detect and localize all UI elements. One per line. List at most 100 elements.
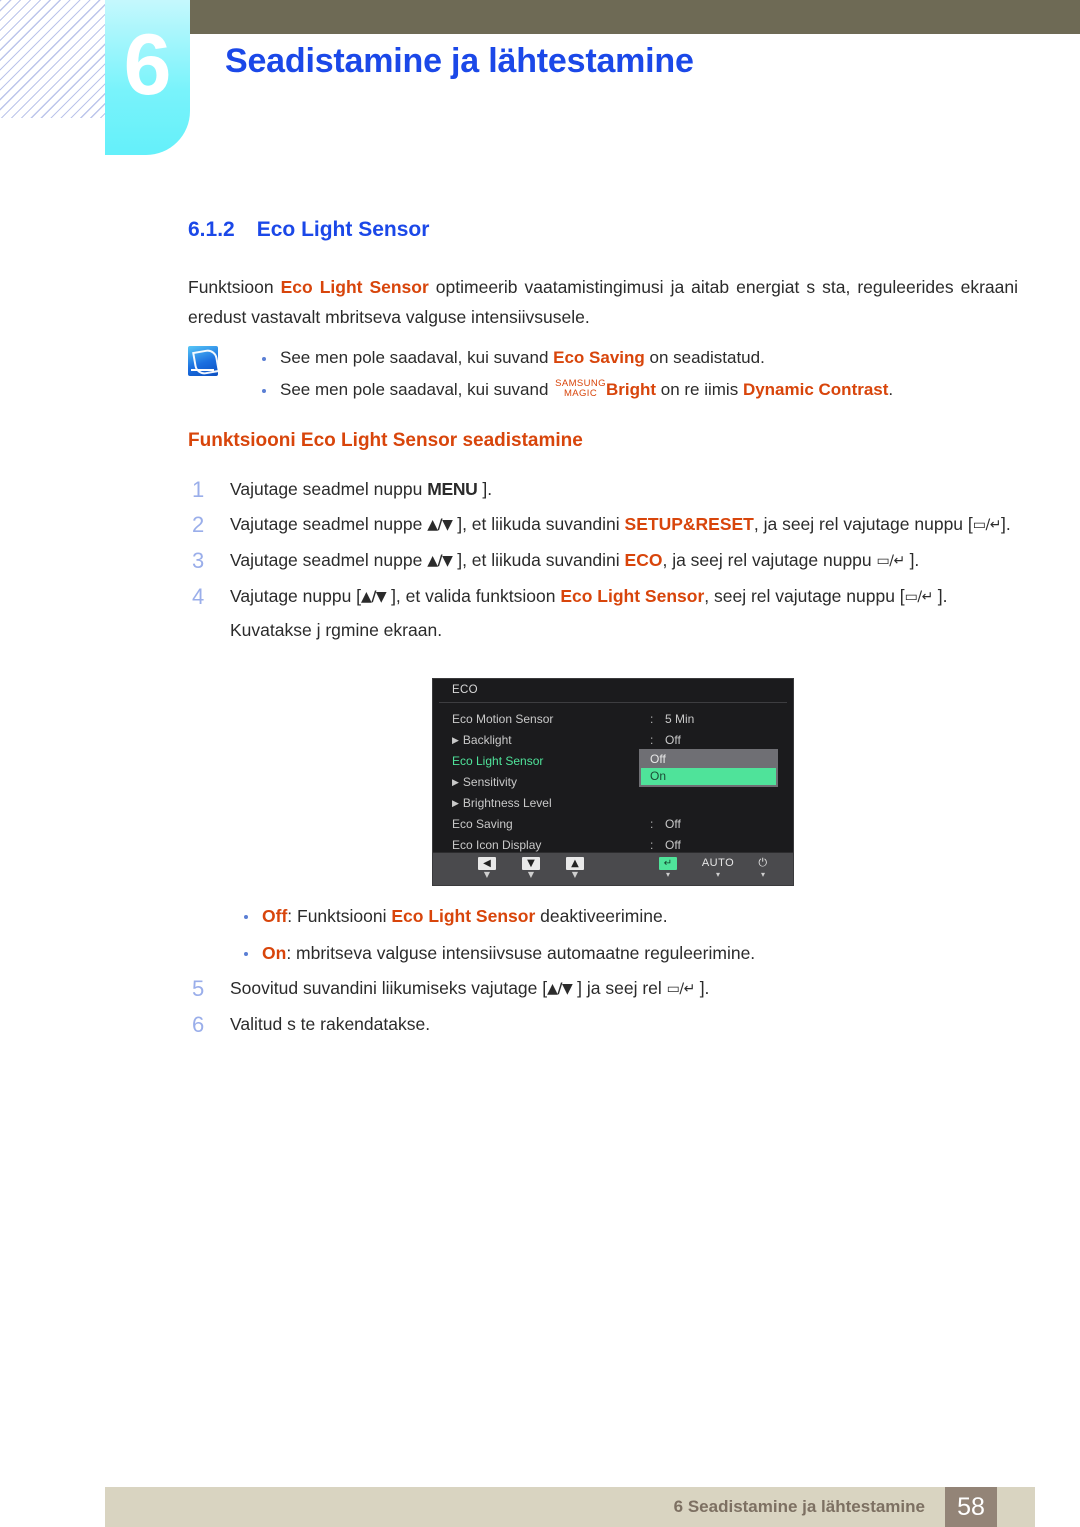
step-number: 2 [192,512,205,537]
step-key-updown: ▲/▼ [427,553,453,569]
osd-row-label: Backlight [452,730,512,752]
footer-page-number: 58 [945,1487,997,1527]
step-text-a: Vajutage seadmel nuppe [230,514,428,534]
left-arrow-icon: ◀ [478,857,496,870]
note-text-1: See men pole saadaval, kui suvand [280,348,554,367]
osd-row-eco-motion-sensor[interactable]: Eco Motion Sensor : 5 Min [452,709,783,730]
osd-button-down[interactable]: ▼ ▼ [511,856,551,880]
osd-button-up[interactable]: ▲ ▼ [555,856,595,880]
step-key-updown: ▲/▼ [427,517,453,533]
step-term-setup-reset: SETUP&RESET [624,514,754,534]
note-item: See men pole saadaval, kui suvand Eco Sa… [188,342,1018,374]
osd-row-eco-saving[interactable]: Eco Saving : Off [452,814,783,835]
osd-button-sub-marker: ▼ [571,870,579,879]
note-block: See men pole saadaval, kui suvand Eco Sa… [188,342,1018,406]
step-item: 3 Vajutage seadmel nuppe ▲/▼ ], et liikud… [188,544,1018,578]
step-text-a: Valitud s te rakendatakse. [230,1014,431,1034]
step-text-b: ], et valida funktsioon [386,586,561,606]
step-item: 2 Vajutage seadmel nuppe ▲/▼ ], et liikud… [188,508,1018,542]
note-text-5: . [888,380,894,399]
step-term-eco: ECO [624,550,663,570]
osd-toolbar: ◀ ▼ ▼ ▼ ▲ ▼ ↵ ▾ AUTO ▾ ⏻ ▾ [433,852,793,885]
osd-option-descriptions: Off: Funktsiooni Eco Light Sensor deakti… [188,898,1018,972]
osd-row-label: Brightness Level [452,793,552,815]
option-desc-text-3: : mbritseva valguse intensiivsuse automa… [286,943,756,963]
auto-label: AUTO [701,857,735,869]
intro-term-eco-light-sensor: Eco Light Sensor [280,277,429,297]
chapter-title: Seadistamine ja lähtestamine [225,42,694,80]
step-text-c: , ja seej rel vajutage nuppu [ [753,514,973,534]
option-term-eco-light-sensor: Eco Light Sensor [391,906,536,926]
note-term-eco-saving: Eco Saving [553,348,645,367]
intro-text-1: Funktsioon [188,277,281,297]
intro-paragraph: Funktsioon Eco Light Sensor optimeerib v… [188,272,1018,332]
note-list: See men pole saadaval, kui suvand Eco Sa… [188,342,1018,406]
osd-option-description-on: On: mbritseva valguse intensiivsuse auto… [188,935,1018,972]
steps-list-secondary: 5 Soovitud suvandini liikumiseks vajutage… [188,972,1018,1043]
step-number: 4 [192,584,205,609]
step-key-enter: ▭/↵ [876,553,906,569]
step-text-d: ]. [1000,514,1011,534]
steps-list-primary: 1 Vajutage seadmel nuppu MENU ]. 2 Vajutag… [188,473,1018,649]
step-text-d: ]. [904,550,920,570]
step-text-c: ]. [694,978,710,998]
step-text-b: ] ja seej rel [572,978,667,998]
osd-dropdown-popup[interactable]: Off On [639,749,778,787]
osd-option-list: Off: Funktsiooni Eco Light Sensor deakti… [188,898,1018,972]
step-item: 5 Soovitud suvandini liikumiseks vajutage… [188,972,1018,1006]
step-key-updown: ▲/▼ [547,981,573,997]
osd-row-colon: : [650,733,654,747]
osd-row-brightness-level[interactable]: Brightness Level [452,793,783,814]
subsection-heading: Funktsiooni Eco Light Sensor seadistamin… [188,430,583,451]
step-number: 5 [192,976,205,1001]
step-text-b: ], et liikuda suvandini [452,514,625,534]
osd-button-sub-marker: ▾ [760,870,765,879]
magic-top: SAMSUNG [555,377,606,389]
step-key-updown: ▲/▼ [361,589,387,605]
magic-bottom: MAGIC [563,388,598,399]
osd-row-backlight[interactable]: Backlight : Off [452,730,783,751]
step-number: 6 [192,1012,205,1037]
osd-button-auto[interactable]: AUTO ▾ [698,856,738,880]
step-item: 1 Vajutage seadmel nuppu MENU ]. [188,473,1018,506]
step-term-eco-light-sensor: Eco Light Sensor [560,586,705,606]
chapter-number-tab: 6 [105,0,190,155]
step-item: 4 Vajutage nuppu [▲/▼ ], et valida funkts… [188,580,1018,647]
osd-option-on[interactable]: On [641,768,776,785]
osd-button-power[interactable]: ⏻ ▾ [743,856,783,880]
note-text-2: on seadistatud. [644,348,765,367]
footer-chapter-label: 6 Seadistamine ja lähtestamine [673,1497,925,1516]
chapter-header: 6 Seadistamine ja lähtestamine [0,0,1080,160]
section-heading: 6.1.2 Eco Light Sensor [188,218,429,242]
osd-option-description-off: Off: Funktsiooni Eco Light Sensor deakti… [188,898,1018,935]
osd-button-enter[interactable]: ↵ ▾ [648,856,688,880]
step-key-enter: ▭/↵ [904,589,934,605]
down-arrow-icon: ▼ [522,857,540,870]
osd-row-value: Off [665,733,681,747]
option-desc-text-2: deaktiveerimine. [535,906,668,926]
step-text-a: Vajutage seadmel nuppe [230,550,428,570]
step-text-a: Soovitud suvandini liikumiseks vajutage … [230,978,548,998]
hatch-pattern-decoration [0,0,112,118]
header-olive-bar [190,0,1080,34]
osd-row-colon: : [650,712,654,726]
osd-row-value: Off [665,817,681,831]
step-text-b: ]. [477,479,493,499]
osd-option-off[interactable]: Off [641,751,776,768]
chapter-number: 6 [123,17,172,113]
step-key-enter: ▭/↵ [666,981,696,997]
osd-row-label: Eco Saving [452,817,513,831]
osd-button-left[interactable]: ◀ ▼ [467,856,507,880]
osd-title-separator [439,702,787,703]
step-number: 3 [192,548,205,573]
option-desc-text-1: : Funktsiooni [287,906,392,926]
step-text-a: Vajutage nuppu [ [230,586,362,606]
osd-title: ECO [452,684,478,696]
step-item: 6 Valitud s te rakendatakse. [188,1008,1018,1041]
section-title: Eco Light Sensor [256,218,430,241]
option-name-off: Off [262,906,288,926]
note-text-3: See men pole saadaval, kui suvand [280,380,554,399]
osd-menu-screenshot: ECO Eco Motion Sensor : 5 Min Backlight … [432,678,794,886]
osd-button-sub-marker: ▾ [665,870,670,879]
osd-button-sub-marker: ▼ [483,870,491,879]
